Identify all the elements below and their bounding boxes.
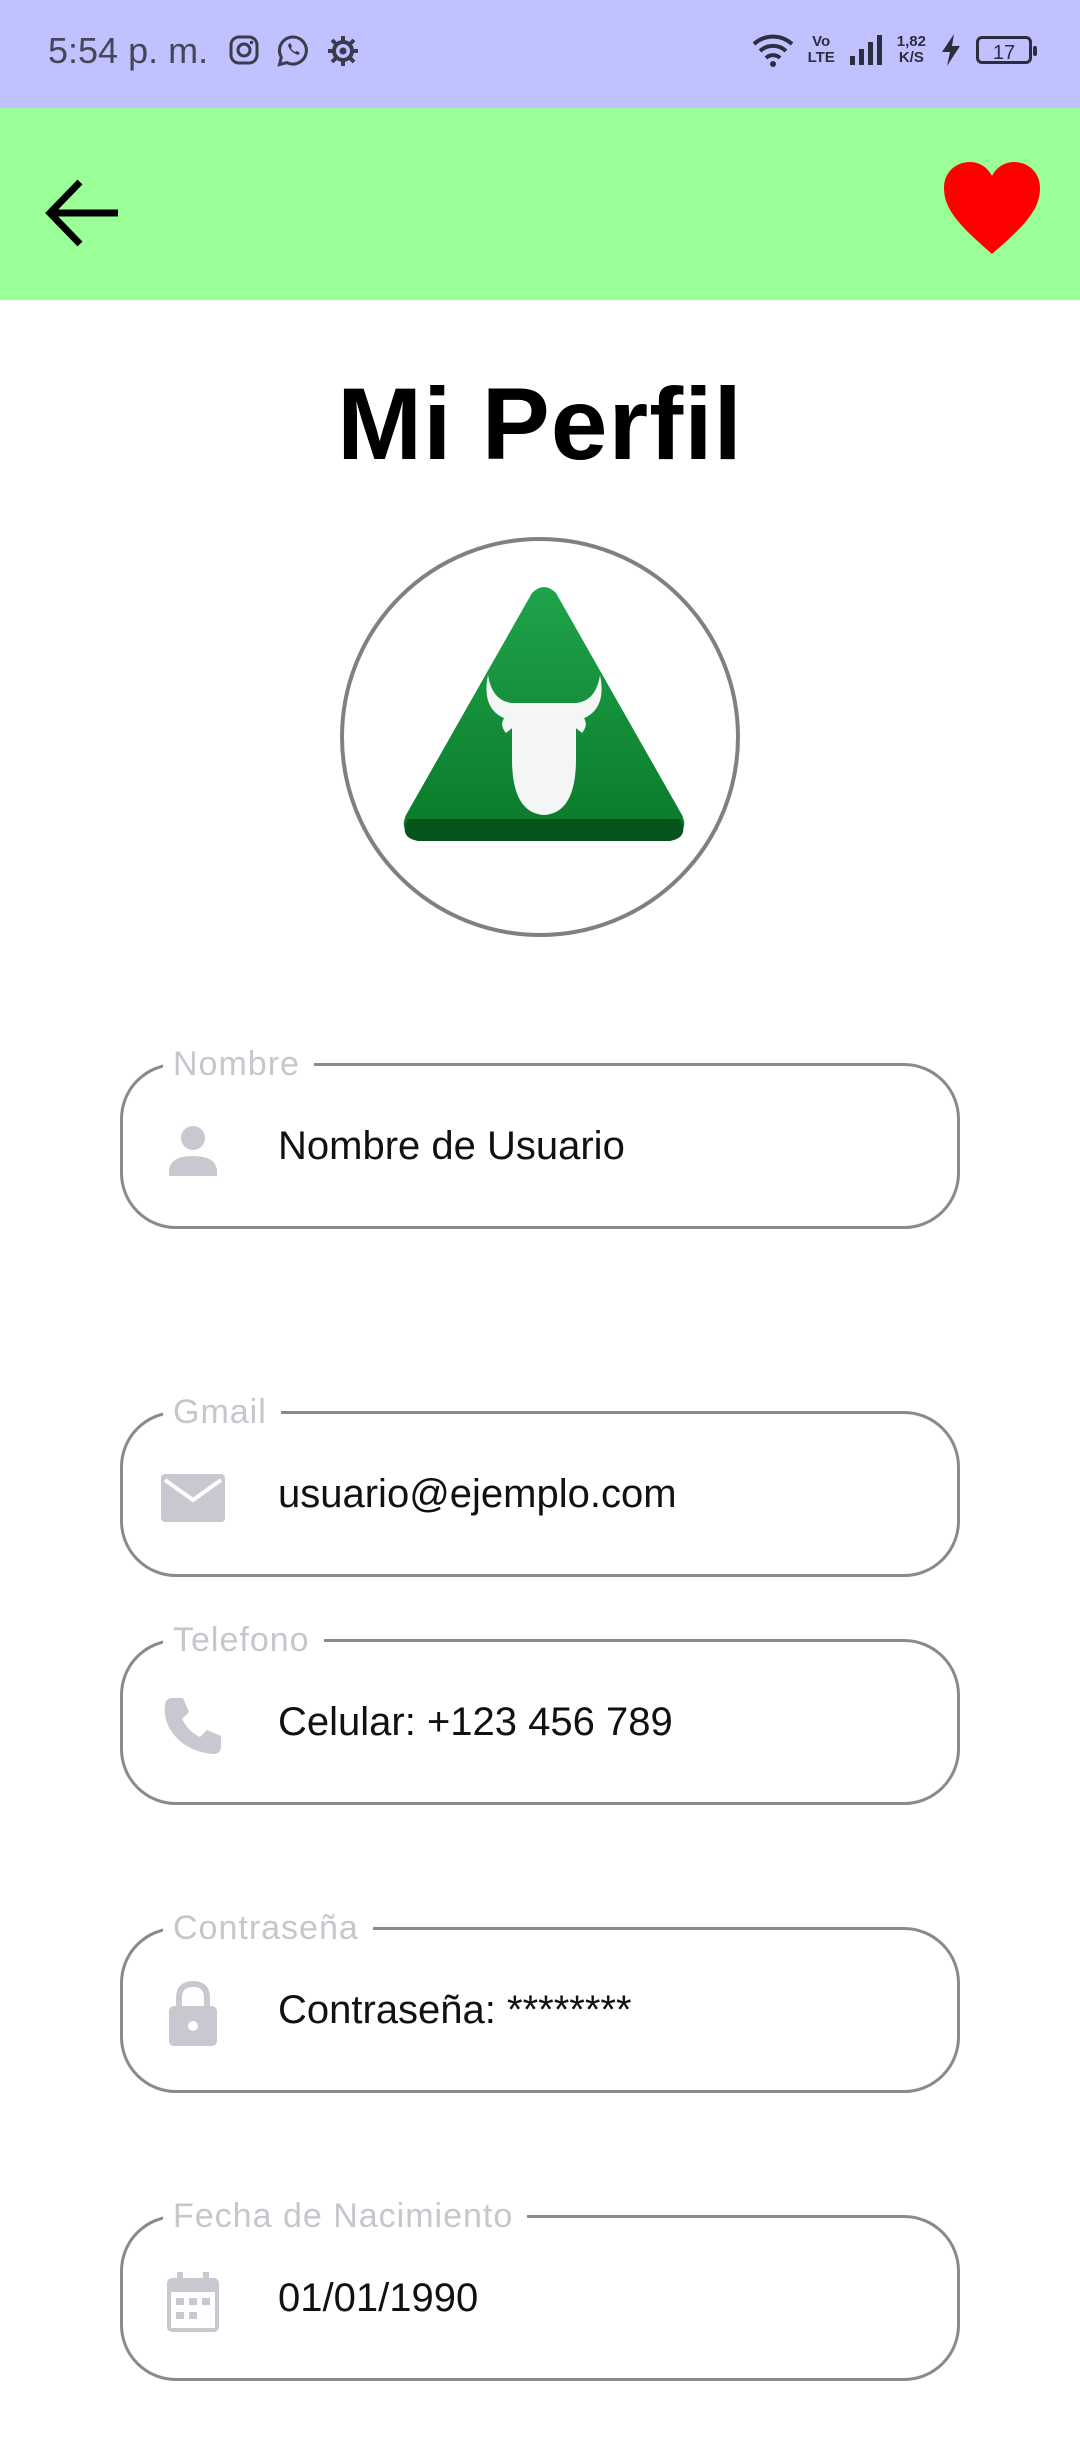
whatsapp-icon [277,35,308,67]
status-time: 5:54 p. m. [48,30,209,71]
birthdate-field-label: Fecha de Nacimiento [163,2194,528,2238]
arrow-back-icon [45,179,118,247]
page-title: Mi Perfil [337,367,743,481]
birthdate-value: 01/01/1990 [278,2276,479,2320]
favorite-button[interactable] [940,160,1044,260]
volte-indicator: Vo LTE [808,34,835,66]
email-field-label: Gmail [163,1390,281,1434]
lock-icon [169,1980,217,2046]
volte-bottom-text: LTE [807,49,835,66]
charging-bolt-icon [942,34,960,66]
app-bar [0,108,1080,300]
email-value: usuario@ejemplo.com [278,1472,677,1516]
speed-value: 1,82 [896,33,926,50]
notification-icons [228,34,360,68]
signal-icon [849,35,882,65]
phone-field[interactable]: Telefono Celular: +123 456 789 [120,1618,960,1805]
bull-logo-icon [403,587,685,841]
instagram-icon [229,35,259,65]
volte-top-text: Vo [812,33,831,50]
person-icon [169,1126,217,1176]
password-value: Contraseña: ******** [278,1988,632,2032]
password-field[interactable]: Contraseña Contraseña: ******** [120,1906,960,2093]
phone-icon [164,1698,221,1754]
battery-indicator: 17 [976,36,1037,64]
email-field[interactable]: Gmail usuario@ejemplo.com [120,1390,960,1577]
heart-icon [944,162,1040,254]
birthdate-field[interactable]: Fecha de Nacimiento 01/01/1990 [120,2194,960,2381]
speed-unit: K/S [898,49,924,66]
phone-field-label: Telefono [163,1618,324,1662]
wifi-icon [752,34,793,67]
phone-value: Celular: +123 456 789 [278,1700,673,1744]
system-icons: Vo LTE 1,82 K/S 17 [752,32,1037,68]
password-field-label: Contraseña [163,1906,373,1950]
name-field[interactable]: Nombre Nombre de Usuario [120,1042,960,1229]
status-bar: 5:54 p. m. Vo LTE 1,82 K/S 17 [0,0,1080,108]
mail-icon [161,1474,225,1522]
back-button[interactable] [40,168,130,258]
network-speed: 1,82 K/S [897,34,926,66]
calendar-icon [167,2272,219,2332]
profile-avatar[interactable] [340,537,740,937]
settings-gear-icon [328,36,358,66]
name-value: Nombre de Usuario [278,1124,625,1168]
name-field-label: Nombre [163,1042,314,1086]
